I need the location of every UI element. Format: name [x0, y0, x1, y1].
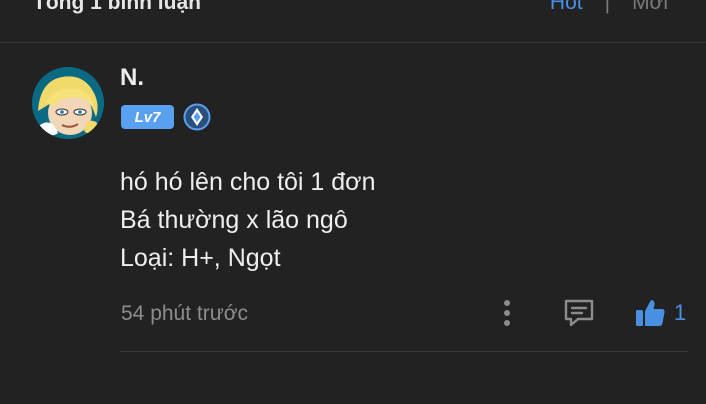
like-button[interactable]: 1 [634, 296, 686, 330]
tab-hot[interactable]: Hot [550, 0, 583, 15]
sort-tabs: Hot | Mới [550, 0, 668, 15]
comment-count-title: Tổng 1 bình luận [33, 0, 201, 14]
username[interactable]: N. [120, 64, 144, 92]
more-options-icon[interactable] [496, 298, 518, 328]
tab-new[interactable]: Mới [632, 0, 668, 15]
tab-separator: | [604, 0, 611, 14]
comment-line: hó hó lên cho tôi 1 đơn [120, 168, 376, 196]
level-badge: Lv7 [121, 105, 174, 129]
comments-header: Tổng 1 bình luận Hot | Mới [0, 0, 706, 43]
comment-line: Bá thường x lão ngô [120, 206, 348, 234]
like-count: 1 [674, 300, 687, 325]
comment-divider [120, 351, 688, 352]
comment-line: Loại: H+, Ngọt [120, 244, 281, 272]
comment-timestamp: 54 phút trước [121, 302, 249, 325]
reply-icon[interactable] [563, 297, 595, 329]
avatar[interactable] [32, 67, 104, 139]
thumbs-up-icon [636, 300, 665, 326]
diamond-rank-icon [183, 103, 211, 131]
comment-text: hó hó lên cho tôi 1 đơn Bá thường x lão … [120, 163, 375, 277]
